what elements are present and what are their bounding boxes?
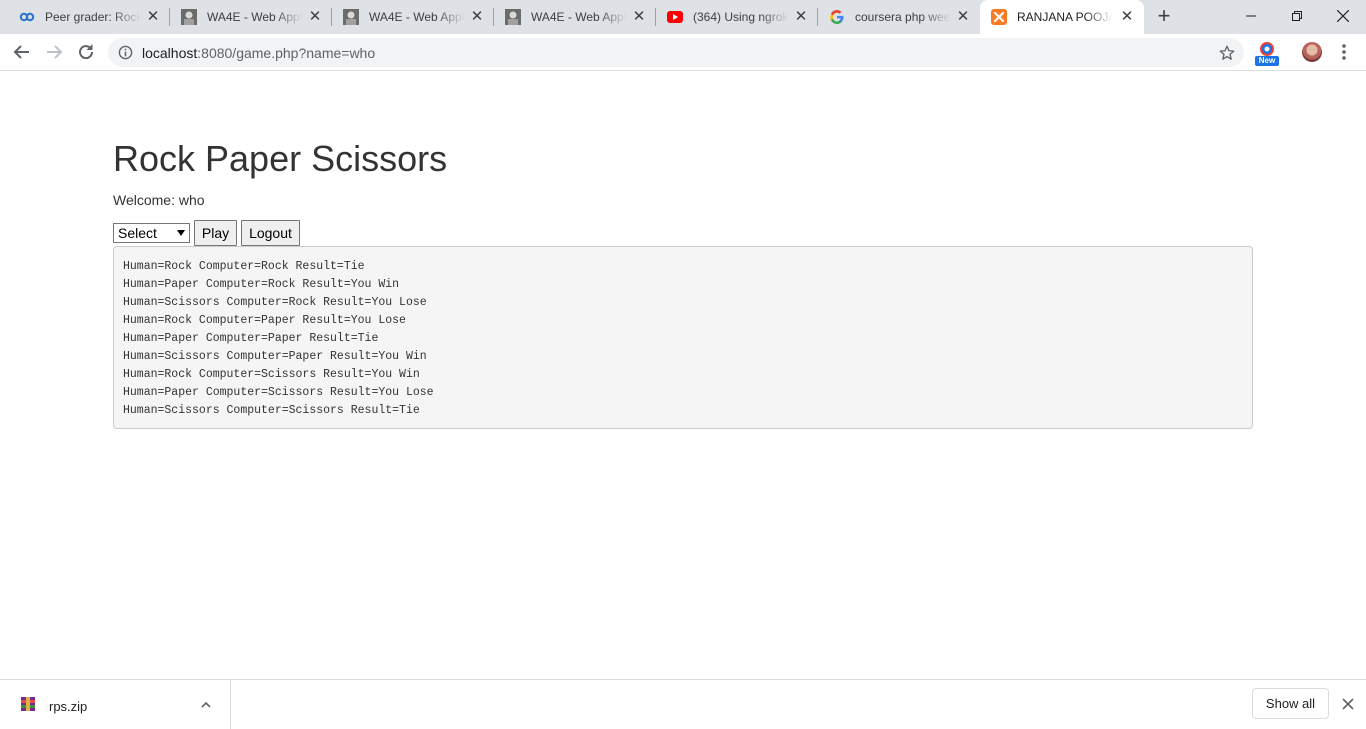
url-host: localhost <box>142 45 198 61</box>
tab-title: coursera php week <box>855 10 951 24</box>
welcome-text: Welcome: who <box>113 192 205 208</box>
new-badge: New <box>1255 56 1279 66</box>
info-icon[interactable] <box>118 45 133 60</box>
result-line: Human=Rock Computer=Rock Result=Tie <box>123 260 365 273</box>
wa4e-icon <box>505 9 521 25</box>
tab-strip: Peer grader: Rock Paper Scissors ✕ WA4E … <box>0 0 1366 34</box>
xampp-icon <box>991 9 1007 25</box>
dropdown-arrow-icon <box>177 230 185 236</box>
tab-close-icon[interactable]: ✕ <box>1119 9 1135 25</box>
result-line: Human=Scissors Computer=Scissors Result=… <box>123 404 420 417</box>
tab-close-icon[interactable]: ✕ <box>955 9 971 25</box>
tab-title: WA4E - Web Applications <box>369 10 465 24</box>
move-select[interactable]: Select <box>113 223 190 243</box>
google-icon <box>830 10 844 24</box>
restore-icon[interactable] <box>1274 0 1320 30</box>
youtube-icon <box>667 11 683 23</box>
select-value: Select <box>118 225 157 241</box>
tab-close-icon[interactable]: ✕ <box>145 9 161 25</box>
tab-title: WA4E - Web Applications <box>207 10 303 24</box>
close-shelf-icon[interactable] <box>1340 696 1356 712</box>
result-line: Human=Paper Computer=Paper Result=Tie <box>123 332 379 345</box>
coursera-icon <box>19 12 35 22</box>
tab-close-icon[interactable]: ✕ <box>631 9 647 25</box>
window-close-icon[interactable] <box>1320 0 1366 30</box>
result-line: Human=Paper Computer=Rock Result=You Win <box>123 278 400 291</box>
back-arrow-icon[interactable] <box>10 40 34 64</box>
kebab-menu-icon[interactable] <box>1336 42 1352 62</box>
tab-youtube[interactable]: (364) Using ngrok ✕ <box>656 0 818 34</box>
extension-button[interactable]: New <box>1255 41 1279 67</box>
page-content: Rock Paper Scissors Welcome: who Select … <box>0 71 1366 679</box>
reload-icon[interactable] <box>74 40 98 64</box>
tab-close-icon[interactable]: ✕ <box>307 9 323 25</box>
bookmark-star-icon[interactable] <box>1218 44 1236 62</box>
tab-title: WA4E - Web Applications <box>531 10 627 24</box>
page-title: Rock Paper Scissors <box>113 138 448 179</box>
logout-button[interactable]: Logout <box>241 220 300 246</box>
tab-title: Peer grader: Rock Paper Scissors <box>45 10 141 24</box>
address-bar[interactable]: localhost:8080/game.php?name=who <box>108 38 1244 67</box>
result-line: Human=Rock Computer=Scissors Result=You … <box>123 368 420 381</box>
result-line: Human=Scissors Computer=Rock Result=You … <box>123 296 427 309</box>
tab-wa4e-3[interactable]: WA4E - Web Applications ✕ <box>494 0 656 34</box>
play-button[interactable]: Play <box>194 220 237 246</box>
result-line: Human=Scissors Computer=Paper Result=You… <box>123 350 427 363</box>
tab-peer-grader[interactable]: Peer grader: Rock Paper Scissors ✕ <box>8 0 170 34</box>
result-line: Human=Rock Computer=Paper Result=You Los… <box>123 314 406 327</box>
profile-avatar[interactable] <box>1302 42 1322 62</box>
download-shelf: rps.zip Show all <box>0 679 1366 729</box>
winrar-archive-icon <box>21 697 35 711</box>
new-tab-plus-icon[interactable]: + <box>1152 5 1176 29</box>
tab-active-xampp[interactable]: RANJANA POOJARI ✕ <box>980 0 1144 34</box>
show-all-button[interactable]: Show all <box>1252 688 1329 719</box>
wa4e-icon <box>343 9 359 25</box>
results-log: Human=Rock Computer=Rock Result=Tie Human… <box>113 246 1253 429</box>
download-item[interactable]: rps.zip <box>0 680 231 729</box>
forward-arrow-icon[interactable] <box>42 40 66 64</box>
tab-close-icon[interactable]: ✕ <box>793 9 809 25</box>
tab-close-icon[interactable]: ✕ <box>469 9 485 25</box>
tab-google-search[interactable]: coursera php week ✕ <box>818 0 980 34</box>
wa4e-icon <box>181 9 197 25</box>
download-file-name: rps.zip <box>49 699 88 714</box>
tab-wa4e-2[interactable]: WA4E - Web Applications ✕ <box>332 0 494 34</box>
result-line: Human=Paper Computer=Scissors Result=You… <box>123 386 434 399</box>
url-path: :8080/game.php?name=who <box>197 45 376 61</box>
tab-wa4e-1[interactable]: WA4E - Web Applications ✕ <box>170 0 332 34</box>
minimize-icon[interactable] <box>1228 0 1274 30</box>
chevron-up-icon[interactable] <box>200 699 212 711</box>
tab-title: RANJANA POOJARI <box>1017 10 1113 24</box>
tab-title: (364) Using ngrok <box>693 10 789 24</box>
extension-icon <box>1260 42 1274 56</box>
browser-toolbar: localhost:8080/game.php?name=who New <box>0 34 1366 71</box>
url-text[interactable]: localhost:8080/game.php?name=who <box>142 45 375 61</box>
